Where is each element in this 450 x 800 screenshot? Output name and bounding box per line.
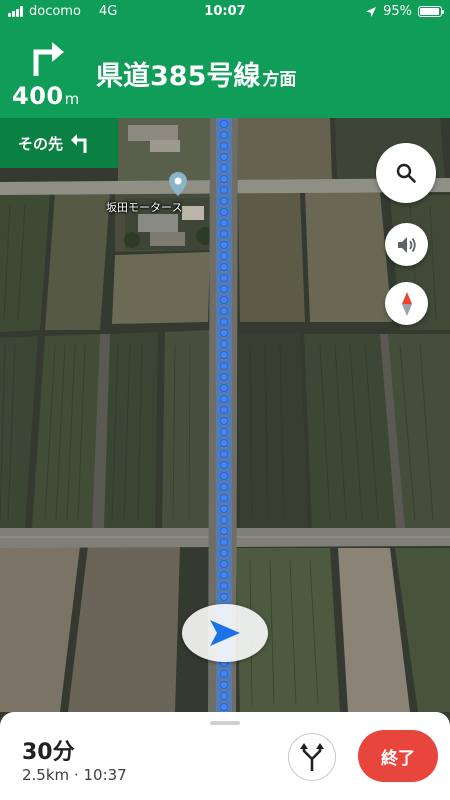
route-dot — [219, 295, 228, 304]
volume-icon — [397, 236, 416, 253]
place-pin-icon[interactable] — [169, 172, 187, 196]
route-dot — [219, 328, 228, 337]
route-dot — [219, 317, 228, 326]
route-dot — [219, 120, 228, 129]
arrival-time: 10:37 — [83, 766, 127, 784]
route-dot — [219, 196, 228, 205]
route-dot — [219, 416, 228, 425]
alternate-routes-button[interactable] — [288, 733, 336, 781]
search-icon — [396, 163, 416, 183]
route-dot — [219, 493, 228, 502]
route-dot — [219, 582, 228, 591]
route-dot — [219, 527, 228, 536]
route-dot — [219, 571, 228, 580]
route-dot — [219, 482, 228, 491]
route-dot — [219, 163, 228, 172]
route-dot — [219, 240, 228, 249]
current-location-puck[interactable] — [182, 604, 268, 662]
route-dot — [219, 538, 228, 547]
sound-button[interactable] — [385, 223, 428, 266]
distance-unit: m — [64, 90, 80, 108]
battery-icon — [418, 6, 444, 17]
trip-distance: 2.5km — [22, 766, 70, 784]
trip-separator: · — [73, 766, 79, 784]
route-dot — [219, 174, 228, 183]
location-arrow-icon — [366, 6, 377, 17]
route-dot — [219, 361, 228, 370]
route-dot — [219, 504, 228, 513]
navigation-arrow-icon — [210, 620, 240, 646]
turn-right-icon — [33, 42, 64, 76]
route-dot — [219, 185, 228, 194]
route-dot — [219, 449, 228, 458]
route-dot — [219, 681, 228, 690]
route-dot — [219, 560, 228, 569]
compass-button[interactable] — [385, 282, 428, 325]
status-bar: docomo 4G 10:07 95% — [0, 0, 450, 24]
route-dot — [219, 273, 228, 282]
route-dot — [219, 262, 228, 271]
turn-distance: 400m — [12, 82, 80, 110]
route-dot — [219, 284, 228, 293]
battery-percent: 95% — [383, 4, 412, 19]
sheet-handle[interactable] — [210, 721, 240, 725]
search-button[interactable] — [376, 143, 436, 203]
turn-indicator: 400m — [8, 32, 88, 112]
route-dot — [219, 703, 228, 712]
end-button-label: 終了 — [381, 748, 415, 769]
turn-left-icon — [71, 134, 87, 153]
trip-detail: 2.5km · 10:37 — [22, 766, 127, 784]
road-direction-suffix: 方面 — [262, 70, 297, 90]
road-name-text: 県道385号線 — [96, 61, 261, 92]
route-dot — [219, 339, 228, 348]
route-dot — [219, 670, 228, 679]
route-dot — [219, 229, 228, 238]
route-dot — [219, 350, 228, 359]
route-dot — [219, 405, 228, 414]
road-name: 県道385号線 方面 — [96, 54, 296, 93]
then-instruction[interactable]: その先 — [0, 118, 118, 168]
navigation-instruction[interactable]: 400m 県道385号線 方面 — [0, 24, 450, 118]
route-dot — [219, 427, 228, 436]
route-fork-icon — [300, 743, 324, 771]
route-dot — [219, 130, 228, 139]
route-dot — [219, 549, 228, 558]
route-dot — [219, 141, 228, 150]
distance-value: 400 — [12, 82, 64, 110]
route-dot — [219, 306, 228, 315]
eta-duration: 30分 — [22, 740, 75, 765]
place-label[interactable]: 坂田モータース — [106, 199, 182, 215]
route-dot — [219, 251, 228, 260]
end-navigation-button[interactable]: 終了 — [358, 730, 438, 782]
route-dot — [219, 471, 228, 480]
compass-icon — [401, 291, 412, 316]
route-dot — [219, 460, 228, 469]
route-dot — [219, 372, 228, 381]
route-dot — [219, 438, 228, 447]
route-dot — [219, 593, 228, 602]
route-dot — [219, 692, 228, 701]
route-dot — [219, 218, 228, 227]
route-dot — [219, 207, 228, 216]
route-dot — [219, 152, 228, 161]
route-dot — [219, 383, 228, 392]
then-label: その先 — [18, 134, 64, 153]
route-dot — [219, 516, 228, 525]
route-dot — [219, 394, 228, 403]
